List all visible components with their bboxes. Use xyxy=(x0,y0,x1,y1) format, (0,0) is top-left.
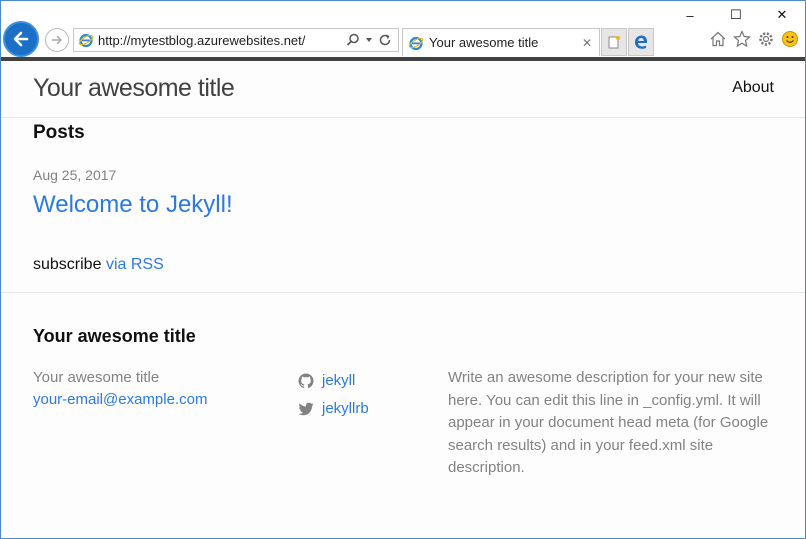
rss-link[interactable]: via RSS xyxy=(106,256,164,273)
forward-button[interactable] xyxy=(45,28,69,52)
twitter-link[interactable]: jekyllrb xyxy=(298,395,369,423)
internet-explorer-icon xyxy=(78,33,94,48)
refresh-icon[interactable] xyxy=(378,33,392,47)
window-controls: – ☐ ✕ xyxy=(667,1,805,29)
search-icon[interactable] xyxy=(346,33,360,47)
minimize-button[interactable]: – xyxy=(667,1,713,29)
browser-window: – ☐ ✕ http://mytestblog.azurewebsites.ne… xyxy=(0,0,806,539)
site-header: Your awesome title About xyxy=(1,61,805,118)
github-link[interactable]: jekyll xyxy=(298,367,369,395)
browser-chrome: – ☐ ✕ http://mytestblog.azurewebsites.ne… xyxy=(1,1,805,57)
twitter-icon xyxy=(298,402,314,416)
address-url[interactable]: http://mytestblog.azurewebsites.net/ xyxy=(98,33,346,48)
star-icon[interactable] xyxy=(733,30,751,48)
subscribe-line: subscribe via RSS xyxy=(33,256,164,274)
gear-icon[interactable] xyxy=(757,30,775,48)
tab-title: Your awesome title xyxy=(429,35,539,50)
post-date: Aug 25, 2017 xyxy=(33,167,117,183)
nav-about-link[interactable]: About xyxy=(732,79,774,97)
subscribe-prefix: subscribe xyxy=(33,256,102,273)
maximize-button[interactable]: ☐ xyxy=(713,1,759,29)
back-button[interactable] xyxy=(3,21,39,57)
home-icon[interactable] xyxy=(709,30,727,48)
new-tab-button[interactable] xyxy=(601,28,627,56)
footer-social: jekyll jekyllrb xyxy=(298,367,369,423)
chevron-down-icon[interactable] xyxy=(365,36,373,44)
github-username[interactable]: jekyll xyxy=(322,367,355,395)
forward-arrow-icon xyxy=(52,35,62,45)
edge-button[interactable] xyxy=(628,28,654,56)
site-footer: Your awesome title Your awesome title yo… xyxy=(1,292,805,538)
tab-active[interactable]: Your awesome title ✕ xyxy=(402,28,600,56)
site-description: Write an awesome description for your ne… xyxy=(448,369,769,476)
new-tab-icon xyxy=(608,36,620,49)
smiley-icon[interactable] xyxy=(781,30,799,48)
footer-heading: Your awesome title xyxy=(33,326,196,346)
post-title-link[interactable]: Welcome to Jekyll! xyxy=(33,191,233,219)
github-icon xyxy=(298,373,314,389)
close-icon[interactable]: ✕ xyxy=(579,35,595,51)
close-window-button[interactable]: ✕ xyxy=(759,1,805,29)
site-title[interactable]: Your awesome title xyxy=(33,74,235,103)
footer-email-link[interactable]: your-email@example.com xyxy=(33,389,207,411)
internet-explorer-icon xyxy=(408,36,424,50)
footer-contact: Your awesome title your-email@example.co… xyxy=(33,367,207,411)
twitter-username[interactable]: jekyllrb xyxy=(322,395,369,423)
back-arrow-icon xyxy=(13,31,29,47)
address-tools xyxy=(346,33,392,47)
page-content: Your awesome title About Posts Aug 25, 2… xyxy=(1,61,805,538)
edge-icon xyxy=(635,35,648,49)
browser-toolbar xyxy=(709,30,799,48)
posts-heading: Posts xyxy=(33,122,85,143)
address-bar[interactable]: http://mytestblog.azurewebsites.net/ xyxy=(73,28,399,52)
footer-name: Your awesome title xyxy=(33,369,160,386)
